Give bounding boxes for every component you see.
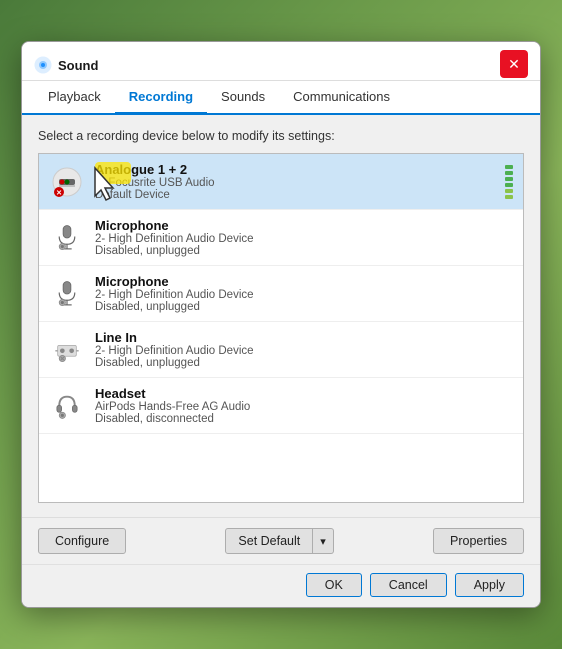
tab-playback[interactable]: Playback (34, 81, 115, 115)
device-status-mic1: Disabled, unplugged (95, 245, 513, 257)
properties-button[interactable]: Properties (433, 528, 524, 554)
device-item-headset[interactable]: Headset AirPods Hands-Free AG Audio Disa… (39, 378, 523, 434)
sound-icon (34, 56, 52, 74)
tab-recording[interactable]: Recording (115, 81, 207, 115)
action-buttons: Configure Set Default ▾ Properties (22, 517, 540, 564)
device-sub-mic1: 2- High Definition Audio Device (95, 233, 513, 245)
device-status-headset: Disabled, disconnected (95, 413, 513, 425)
set-default-dropdown[interactable]: ▾ (313, 528, 334, 554)
device-sub-mic2: 2- High Definition Audio Device (95, 289, 513, 301)
device-item-mic1[interactable]: Microphone 2- High Definition Audio Devi… (39, 210, 523, 266)
device-icon-headset (49, 388, 85, 424)
device-name-mic2: Microphone (95, 274, 513, 289)
device-icon-mic1 (49, 220, 85, 256)
device-status-mic2: Disabled, unplugged (95, 301, 513, 313)
close-button[interactable]: ✕ (500, 50, 528, 78)
device-name-linein: Line In (95, 330, 513, 345)
main-content: Select a recording device below to modif… (22, 115, 540, 517)
level-bar-1 (505, 165, 513, 169)
device-name-headset: Headset (95, 386, 513, 401)
device-item-analogue[interactable]: ✕ Analogue 1 + 2 2- Focusrite USB Audio … (39, 154, 523, 210)
apply-button[interactable]: Apply (455, 573, 524, 597)
device-list: ✕ Analogue 1 + 2 2- Focusrite USB Audio … (38, 153, 524, 503)
svg-text:✕: ✕ (56, 190, 62, 197)
device-status-linein: Disabled, unplugged (95, 357, 513, 369)
window-title: Sound (58, 58, 98, 73)
footer-buttons: OK Cancel Apply (22, 564, 540, 607)
device-name-analogue: Analogue 1 + 2 (95, 162, 497, 177)
ok-button[interactable]: OK (306, 573, 362, 597)
configure-button[interactable]: Configure (38, 528, 126, 554)
device-item-linein[interactable]: Line In 2- High Definition Audio Device … (39, 322, 523, 378)
device-info-linein: Line In 2- High Definition Audio Device … (95, 330, 513, 369)
cancel-button[interactable]: Cancel (370, 573, 447, 597)
level-bar-4 (505, 183, 513, 187)
level-bar-3 (505, 177, 513, 181)
device-info-analogue: Analogue 1 + 2 2- Focusrite USB Audio De… (95, 162, 497, 201)
device-sub-linein: 2- High Definition Audio Device (95, 345, 513, 357)
device-icon-analogue: ✕ (49, 164, 85, 200)
sound-dialog: Sound ✕ Playback Recording Sounds Commun… (21, 41, 541, 608)
device-info-mic2: Microphone 2- High Definition Audio Devi… (95, 274, 513, 313)
level-bars (505, 165, 513, 199)
device-name-mic1: Microphone (95, 218, 513, 233)
set-default-group: Set Default ▾ (225, 528, 333, 554)
title-left: Sound (34, 56, 98, 74)
device-status-analogue: Default Device (95, 189, 497, 201)
tab-sounds[interactable]: Sounds (207, 81, 279, 115)
tab-bar: Playback Recording Sounds Communications (22, 81, 540, 115)
tab-communications[interactable]: Communications (279, 81, 404, 115)
device-item-mic2[interactable]: Microphone 2- High Definition Audio Devi… (39, 266, 523, 322)
device-info-headset: Headset AirPods Hands-Free AG Audio Disa… (95, 386, 513, 425)
instruction-text: Select a recording device below to modif… (38, 129, 524, 143)
set-default-button[interactable]: Set Default (225, 528, 313, 554)
device-icon-mic2 (49, 276, 85, 312)
device-sub-analogue: 2- Focusrite USB Audio (95, 177, 497, 189)
level-bar-2 (505, 171, 513, 175)
title-bar: Sound ✕ (22, 42, 540, 81)
device-info-mic1: Microphone 2- High Definition Audio Devi… (95, 218, 513, 257)
device-icon-linein (49, 332, 85, 368)
level-bar-6 (505, 195, 513, 199)
device-sub-headset: AirPods Hands-Free AG Audio (95, 401, 513, 413)
level-bar-5 (505, 189, 513, 193)
